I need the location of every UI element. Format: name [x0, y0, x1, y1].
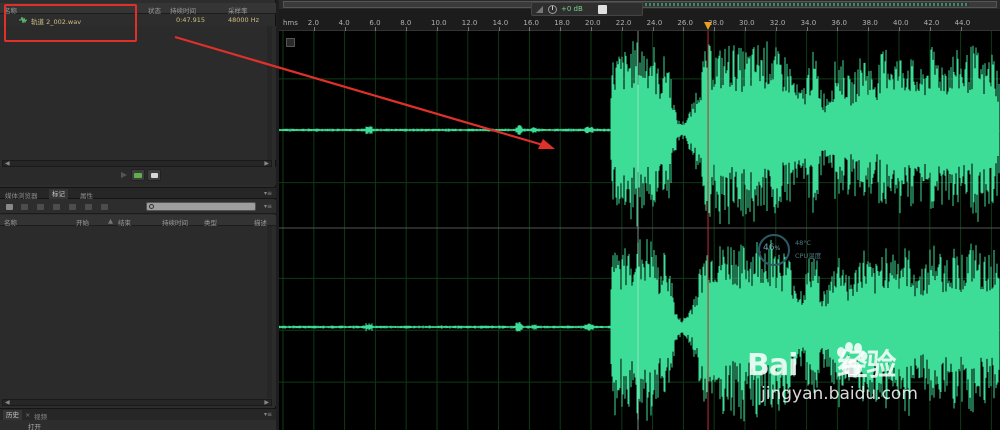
waveform-editor: +0 dB hms 2.0 4.0 6.0 8.0 10.0 12.0 14.0 16.0 18…: [279, 0, 1000, 430]
ruler-unit: hms: [283, 19, 298, 27]
ruler-label: 38.0: [862, 19, 878, 27]
time-ruler[interactable]: hms 2.0 4.0 6.0 8.0 10.0 12.0 14.0 16.0 18.0 20.0…: [279, 18, 1000, 31]
cpu-temp: 48°C: [795, 239, 812, 247]
ruler-label: 42.0: [923, 19, 940, 27]
file-duration: 0:47.915: [176, 16, 206, 24]
ruler-label: 32.0: [769, 19, 786, 27]
autoplay-button[interactable]: [147, 169, 161, 181]
markers-hscroll[interactable]: ◀ ▶: [2, 399, 272, 406]
search-icon: [149, 204, 154, 209]
ruler-label: 2.0: [307, 19, 319, 27]
cpu-label: CPU温度: [795, 252, 822, 260]
watermark-brand: Bai: [747, 348, 798, 383]
volume-icon: [536, 6, 543, 13]
play-button[interactable]: [117, 169, 131, 181]
ruler-label: 18.0: [554, 19, 570, 27]
pin-icon[interactable]: [598, 5, 607, 14]
volume-hud: +0 dB: [531, 2, 643, 16]
filter-menu-icon[interactable]: ▾≡: [264, 203, 272, 210]
ruler-label: 10.0: [431, 19, 447, 27]
files-vscroll[interactable]: [267, 26, 272, 160]
file-sample-rate: 48000 Hz: [228, 16, 260, 24]
tab-history[interactable]: 历史: [3, 410, 22, 420]
volume-knob[interactable]: [548, 5, 557, 14]
ruler-label: 20.0: [585, 19, 601, 27]
batch-marker-icon[interactable]: [85, 204, 92, 210]
ruler-label: 4.0: [338, 19, 350, 27]
ruler-label: 16.0: [523, 19, 539, 27]
panel-menu-icon[interactable]: ▾≡: [264, 411, 272, 418]
insert-marker-icon[interactable]: [53, 204, 60, 210]
files-hscroll[interactable]: ◀ ▶: [2, 160, 272, 167]
ruler-label: 14.0: [492, 19, 509, 27]
ruler-label: 12.0: [461, 19, 478, 27]
ruler-label: 6.0: [369, 19, 381, 27]
scroll-left-icon[interactable]: ◀: [5, 399, 10, 406]
markers-vscroll[interactable]: [267, 226, 272, 398]
markers-search-input[interactable]: [146, 202, 256, 211]
watermark-url: jingyan.baidu.com: [761, 384, 918, 404]
history-tabs: 历史 × 视频 ▾≡: [0, 408, 276, 421]
delete-marker-icon[interactable]: [21, 204, 28, 210]
panel-tabs: 媒体浏览器 标记 属性 ▾≡: [0, 187, 276, 200]
paw-logo-icon: [837, 342, 868, 376]
ruler-label: 34.0: [800, 19, 817, 27]
history-item-label: 打开: [28, 423, 41, 430]
baidu-watermark: Bai 经验 jingyan.baidu.com: [747, 340, 997, 420]
ruler-label: 24.0: [646, 19, 663, 27]
panel-menu-icon[interactable]: ▾≡: [264, 190, 272, 197]
editor-top-strip: +0 dB: [279, 0, 1000, 18]
ruler-label: 40.0: [893, 19, 909, 27]
ruler-label: 22.0: [615, 19, 632, 27]
files-list: [0, 26, 276, 160]
volume-readout: +0 dB: [561, 5, 583, 13]
playlist-marker-icon[interactable]: [101, 204, 108, 210]
scroll-right-icon[interactable]: ▶: [264, 160, 269, 167]
ruler-label: 44.0: [954, 19, 971, 27]
markers-header: 名称 开始 ▲ 结束 持续时间 类型 描述: [0, 215, 276, 227]
playhead-marker-icon[interactable]: [704, 22, 713, 30]
export-marker-icon[interactable]: [69, 204, 76, 210]
cpu-percent: 46: [763, 243, 775, 253]
add-marker-icon[interactable]: [6, 204, 13, 210]
merge-marker-icon[interactable]: [37, 204, 44, 210]
loop-button[interactable]: [131, 169, 145, 181]
scroll-right-icon[interactable]: ▶: [264, 399, 269, 406]
tab-properties[interactable]: 属性: [80, 190, 93, 200]
history-item[interactable]: 打开: [0, 420, 276, 430]
ruler-label: 8.0: [400, 19, 412, 27]
ruler-label: 26.0: [677, 19, 693, 27]
tab-markers[interactable]: 标记: [49, 189, 68, 199]
preview-transport: [0, 167, 276, 185]
markers-list: [0, 226, 276, 406]
ruler-label: 36.0: [831, 19, 847, 27]
left-panel: 名称 状态 持续时间 采样率 轨道 2_002.wav 0:47.915 480…: [0, 0, 276, 430]
tab-media-browser[interactable]: 媒体浏览器: [5, 190, 38, 200]
scroll-left-icon[interactable]: ◀: [5, 160, 10, 167]
overview-waveform: [609, 3, 969, 6]
close-tab-icon[interactable]: ×: [25, 411, 30, 419]
channel-map-icon[interactable]: [286, 38, 295, 47]
ruler-label: 30.0: [739, 19, 755, 27]
sort-asc-icon: ▲: [108, 217, 113, 225]
markers-toolbar: ▾≡: [0, 200, 276, 214]
highlight-box: [4, 4, 137, 42]
